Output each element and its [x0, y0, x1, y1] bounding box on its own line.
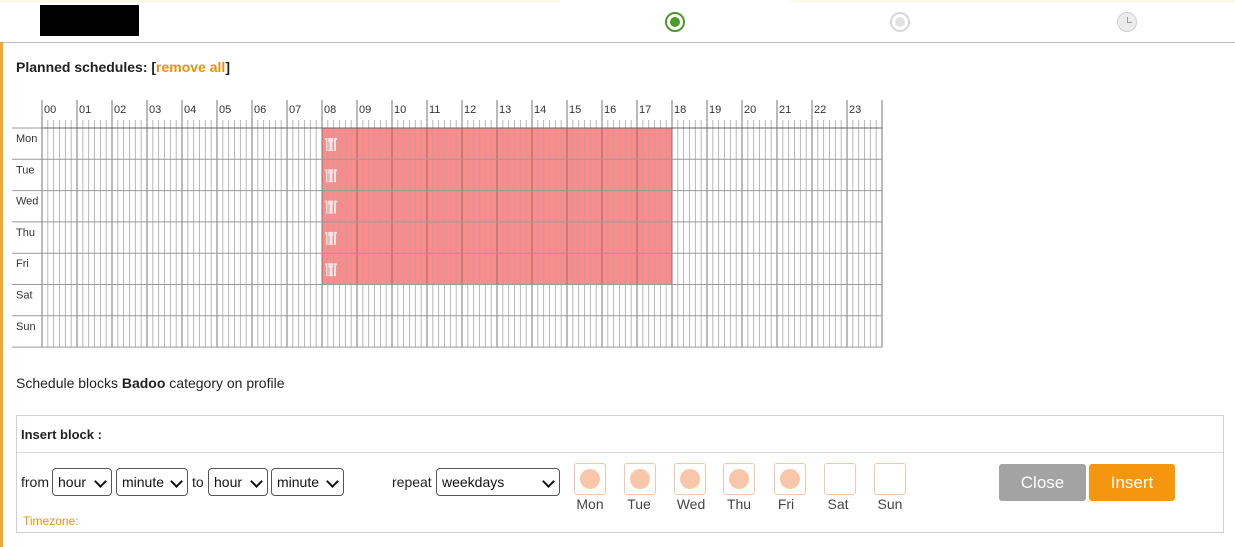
day-label: Thu	[16, 227, 35, 239]
hour-label: 14	[534, 104, 546, 116]
left-accent-border	[0, 42, 3, 547]
chevron-down-icon	[94, 475, 107, 488]
repeat-select[interactable]: weekdays	[436, 468, 560, 496]
day-checkbox-mon[interactable]	[574, 463, 606, 495]
step-clock-icon[interactable]	[1117, 12, 1137, 32]
trash-icon[interactable]	[325, 200, 337, 214]
timezone-link[interactable]: Timezone:	[23, 514, 79, 528]
chevron-down-icon	[326, 475, 339, 488]
chevron-down-icon	[170, 475, 183, 488]
insert-button[interactable]: Insert	[1089, 464, 1175, 501]
repeat-label: repeat	[392, 474, 432, 490]
day-label-thu: Thu	[726, 496, 752, 512]
chevron-down-icon	[250, 475, 263, 488]
hour-label: 22	[814, 104, 826, 116]
day-checkbox-thu[interactable]	[723, 463, 755, 495]
hour-label: 09	[359, 104, 371, 116]
hour-label: 19	[709, 104, 721, 116]
hour-label: 12	[464, 104, 476, 116]
hour-label: 03	[149, 104, 161, 116]
hour-label: 08	[324, 104, 336, 116]
close-button[interactable]: Close	[999, 464, 1086, 501]
day-label: Fri	[16, 258, 29, 270]
day-label: Wed	[16, 196, 38, 208]
hour-label: 07	[289, 104, 301, 116]
hour-label: 01	[79, 104, 91, 116]
day-label: Sat	[16, 290, 33, 302]
from-hour-select[interactable]: hour	[52, 468, 112, 496]
hour-label: 04	[184, 104, 196, 116]
day-checkbox-sat[interactable]	[824, 463, 856, 495]
day-checkbox-sun[interactable]	[874, 463, 906, 495]
category-name: Badoo	[121, 375, 166, 391]
hour-label: 10	[394, 104, 406, 116]
insert-block-panel: Insert block : from hour minute to hour …	[16, 415, 1224, 533]
step-radio-active-icon[interactable]	[665, 12, 685, 32]
to-minute-select[interactable]: minute	[271, 468, 344, 496]
from-minute-select[interactable]: minute	[116, 468, 188, 496]
hour-label: 21	[779, 104, 791, 116]
hour-label: 02	[114, 104, 126, 116]
remove-all-link[interactable]: remove all	[156, 59, 225, 75]
schedule-grid[interactable]: 00 01 02 03 04 05 06 07 08 09 10 11 12 13 14 15 16 17 18 19…	[12, 100, 892, 350]
top-bar	[0, 0, 1235, 43]
hour-label: 05	[219, 104, 231, 116]
schedule-description: Schedule blocks Badoo category on profil…	[16, 375, 285, 391]
day-label: Sun	[16, 321, 36, 333]
insert-block-title: Insert block :	[21, 427, 102, 442]
day-label: Mon	[16, 133, 37, 145]
top-highlight	[0, 0, 560, 3]
day-label-tue: Tue	[627, 496, 651, 512]
redacted-logo	[40, 5, 139, 36]
insert-block-header: Insert block :	[17, 416, 1223, 453]
from-label: from	[21, 474, 49, 490]
hour-label: 13	[499, 104, 511, 116]
hour-label: 11	[429, 104, 440, 116]
day-checkbox-wed[interactable]	[674, 463, 706, 495]
hour-label: 23	[849, 104, 861, 116]
hour-label: 18	[674, 104, 686, 116]
top-highlight	[790, 0, 1235, 3]
step-radio-inactive-icon[interactable]	[890, 12, 910, 32]
hour-label: 06	[254, 104, 266, 116]
trash-icon[interactable]	[325, 169, 337, 183]
chevron-down-icon	[542, 475, 555, 488]
day-label-wed: Wed	[676, 496, 706, 512]
to-hour-select[interactable]: hour	[208, 468, 268, 496]
day-label-sun: Sun	[877, 496, 903, 512]
day-label-fri: Fri	[777, 496, 795, 512]
day-label-sat: Sat	[827, 496, 849, 512]
hour-label: 20	[744, 104, 756, 116]
day-checkbox-tue[interactable]	[624, 463, 656, 495]
hour-label: 16	[604, 104, 616, 116]
hour-label: 15	[569, 104, 581, 116]
hour-label: 17	[639, 104, 651, 116]
trash-icon[interactable]	[325, 138, 337, 151]
hour-label: 00	[44, 104, 56, 116]
day-checkbox-fri[interactable]	[774, 463, 806, 495]
day-label: Tue	[16, 164, 35, 176]
to-label: to	[192, 474, 204, 490]
trash-icon[interactable]	[325, 263, 337, 277]
planned-schedules-heading: Planned schedules: [remove all]	[16, 59, 230, 75]
trash-icon[interactable]	[325, 231, 337, 245]
day-label-mon: Mon	[576, 496, 604, 512]
